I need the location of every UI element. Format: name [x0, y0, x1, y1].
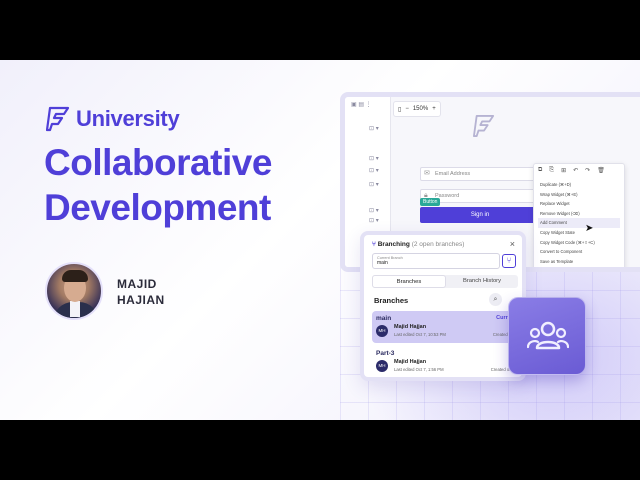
duplicate-icon[interactable]: ⊞: [561, 167, 566, 174]
device-icon[interactable]: ▯: [398, 106, 401, 113]
author-avatar: [45, 262, 103, 320]
tree-node-icon[interactable]: ⊡ ▾: [369, 125, 379, 132]
user-avatar: MH: [376, 360, 388, 372]
brand-name: University: [76, 106, 180, 131]
widget-type-tag: Button: [420, 198, 441, 206]
branch-item-part-3[interactable]: Part-3 MH Majid Hajjan Last edited Oct 7…: [372, 346, 522, 377]
search-icon[interactable]: ⌕: [489, 293, 502, 306]
title-line-1: Collaborative: [44, 142, 272, 183]
tree-node-icon[interactable]: ⊡ ▾: [369, 207, 379, 214]
branch-icon: ⑂: [372, 241, 376, 248]
tree-node-icon[interactable]: ⊡ ▾: [369, 181, 379, 188]
current-branch-select[interactable]: Current Branch main: [372, 253, 500, 269]
menu-item-add-comment[interactable]: Add Comment: [538, 218, 620, 228]
context-menu: ⧉ ⎘ ⊞ ↶ ↷ 🗑︎ Duplicate (⌘+D) Wrap Widget…: [533, 163, 625, 267]
author-name: MAJID HAJIAN: [117, 276, 165, 308]
flutterflow-logo-icon: [46, 106, 70, 132]
close-icon[interactable]: ×: [510, 239, 515, 249]
branching-panel: ⑂ Branching (2 open branches) × Current …: [360, 231, 526, 381]
author-last-name: HAJIAN: [117, 293, 165, 307]
brand: University: [46, 106, 180, 132]
email-field[interactable]: ✉ Email Address: [420, 167, 540, 181]
tab-branches[interactable]: Branches: [372, 275, 446, 288]
branching-header: ⑂ Branching (2 open branches): [372, 241, 465, 248]
menu-item-remove-widget[interactable]: Remove Widget (⌫): [538, 209, 620, 219]
menu-item-copy-widget-state[interactable]: Copy Widget State: [538, 228, 620, 238]
copy-icon[interactable]: ⧉: [538, 167, 542, 174]
zoom-in-button[interactable]: +: [432, 106, 436, 112]
tree-node-icon[interactable]: ⊡ ▾: [369, 155, 379, 162]
menu-item-convert-component[interactable]: Convert to Component: [538, 247, 620, 257]
author-first-name: MAJID: [117, 277, 157, 291]
mail-icon: ✉: [424, 170, 430, 177]
mouse-cursor-icon: ➤: [585, 223, 594, 234]
menu-item-wrap-widget[interactable]: Wrap Widget (⌘+E): [538, 190, 620, 200]
zoom-out-button[interactable]: −: [405, 106, 409, 112]
thumbnail-card: University Collaborative Development MAJ…: [0, 60, 640, 420]
menu-item-copy-widget-code[interactable]: Copy Widget Code (⌘+⇧+C): [538, 238, 620, 248]
zoom-level[interactable]: 150%: [413, 106, 428, 112]
delete-icon[interactable]: 🗑︎: [597, 167, 605, 174]
team-tile: [508, 297, 586, 375]
undo-icon[interactable]: ↶: [573, 167, 578, 174]
team-users-icon: [527, 321, 569, 350]
title-line-2: Development: [44, 187, 271, 228]
paste-icon[interactable]: ⎘: [549, 167, 554, 174]
context-toolbar: ⧉ ⎘ ⊞ ↶ ↷ 🗑︎: [538, 167, 605, 174]
signin-button[interactable]: Sign in: [420, 207, 540, 223]
canvas-logo-icon: [473, 114, 495, 137]
menu-item-duplicate[interactable]: Duplicate (⌘+D): [538, 180, 620, 190]
tree-node-icon[interactable]: ⊡ ▾: [369, 167, 379, 174]
tab-branch-history[interactable]: Branch History: [446, 275, 518, 288]
branching-tabs: Branches Branch History: [372, 275, 518, 288]
branch-item-main[interactable]: main Current MH Majid Hajjan Last edited…: [372, 311, 522, 343]
redo-icon[interactable]: ↷: [585, 167, 590, 174]
branches-section-title: Branches: [374, 296, 409, 305]
branch-action-button[interactable]: ⑂: [502, 254, 516, 268]
panel-tools-icon[interactable]: ▣ ▤ ⋮: [351, 101, 372, 108]
tree-node-icon[interactable]: ⊡ ▾: [369, 217, 379, 224]
menu-item-save-template[interactable]: Save as Template: [538, 257, 620, 267]
zoom-toolbar: ▯ − 150% +: [393, 101, 441, 117]
page-title: Collaborative Development: [44, 140, 272, 230]
user-avatar: MH: [376, 325, 388, 337]
menu-item-replace-widget[interactable]: Replace Widget: [538, 199, 620, 209]
